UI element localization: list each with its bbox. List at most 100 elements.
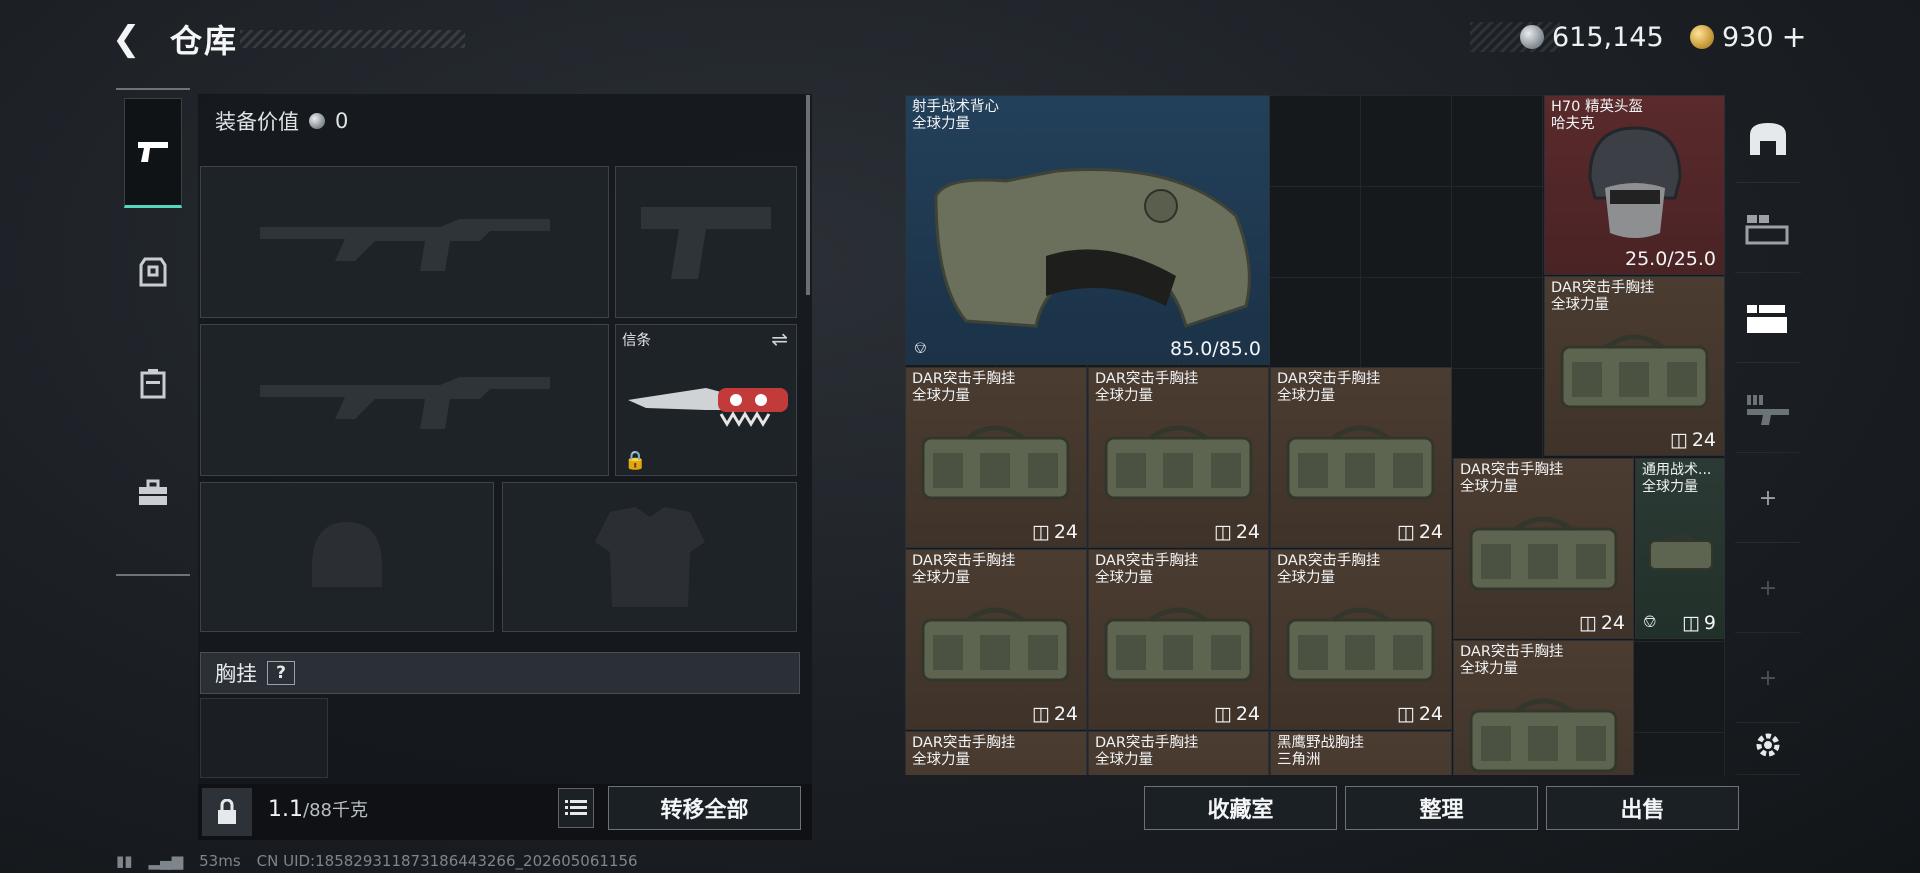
helmet-silhouette-icon: [312, 522, 382, 587]
no-repair-icon: ⎊: [914, 338, 927, 357]
tab-rifle-case[interactable]: [1735, 185, 1801, 273]
settings-button[interactable]: [1735, 715, 1801, 775]
item-name: DAR突击手胸挂 全球力量: [1095, 553, 1199, 586]
status-bar: ▮▮ ▂▄▆ 53ms CN UID:18582931187318644326​…: [116, 852, 638, 870]
melee-slot[interactable]: 信条 ⇌ 🔒: [615, 324, 797, 476]
collection-room-button[interactable]: 收藏室: [1144, 786, 1337, 830]
transfer-all-button[interactable]: 转移全部: [608, 786, 801, 830]
item-name: DAR突击手胸挂 全球力量: [1095, 735, 1199, 768]
item-name: DAR突击手胸挂 全球力量: [1095, 371, 1199, 404]
add-storage-button[interactable]: +: [1735, 545, 1801, 633]
help-button[interactable]: ?: [267, 661, 295, 685]
equipment-value-label: 装备价值: [215, 110, 299, 134]
tab-tools[interactable]: [124, 438, 182, 548]
ammo-icon: ◫: [1669, 429, 1688, 451]
pistol-silhouette-icon: [641, 207, 771, 279]
item-dar-chest-rig[interactable]: DAR突击手胸挂 全球力量 ◫ 24: [1453, 458, 1634, 639]
item-name: DAR突击手胸挂 全球力量: [1460, 644, 1564, 677]
chest-rig-icon: [1286, 607, 1435, 682]
vest-icon: [934, 167, 1251, 328]
lock-icon: 🔒: [624, 450, 647, 471]
item-name: DAR突击手胸挂 全球力量: [912, 735, 1016, 768]
tab-weapon-case[interactable]: [1735, 275, 1801, 363]
uid-text: CN UID:18582931187318644326​6_2026050611…: [256, 852, 638, 870]
item-name: 黑鹰野战胸挂 三角洲: [1277, 735, 1364, 768]
tab-backpack[interactable]: [124, 328, 182, 438]
sell-button[interactable]: 出售: [1546, 786, 1739, 830]
tab-armor[interactable]: [124, 218, 182, 328]
gold-amount: 930: [1722, 21, 1774, 53]
item-quantity: ◫ 24: [1213, 703, 1260, 725]
secondary-weapon-slot[interactable]: [200, 324, 609, 476]
rifle-silhouette-icon: [259, 219, 550, 271]
signal-icon: ▂▄▆: [148, 852, 184, 870]
gun-rack-icon: [1747, 394, 1789, 425]
melee-slot-label: 信条: [622, 333, 651, 349]
gear-icon: [1756, 733, 1780, 756]
pistol-icon: [138, 142, 168, 162]
chest-rig-icon: [1469, 516, 1618, 591]
helmet-slot[interactable]: [200, 482, 494, 632]
item-name: DAR突击手胸挂 全球力量: [1551, 280, 1655, 313]
chest-rig-icon: [1560, 334, 1709, 409]
item-quantity: ◫ 24: [1669, 429, 1716, 451]
item-name: DAR突击手胸挂 全球力量: [1460, 462, 1564, 495]
ammo-icon: ◫: [1396, 521, 1415, 543]
warehouse-grid[interactable]: 射手战术背心 全球力量 ⎊ 85.0/85.0 H70 精英头盔 哈夫克 25.0/…: [905, 95, 1725, 775]
page-title: 仓库: [170, 22, 239, 60]
ammo-icon: ◫: [1681, 612, 1700, 634]
item-dar-chest-rig[interactable]: DAR突击手胸挂 全球力量 ◫ 24: [905, 367, 1087, 548]
ammo-icon: ◫: [1396, 703, 1415, 725]
list-view-button[interactable]: [558, 788, 594, 828]
item-dar-chest-rig[interactable]: DAR突击手胸挂 全球力量: [905, 731, 1087, 775]
item-dar-chest-rig[interactable]: DAR突击手胸挂 全球力量 ◫ 24: [1270, 367, 1452, 548]
ping-text: 53ms: [199, 852, 241, 870]
organize-button[interactable]: 整理: [1345, 786, 1538, 830]
item-quantity: ◫ 24: [1396, 703, 1443, 725]
weight-max: /88千克: [303, 800, 368, 821]
item-dar-chest-rig[interactable]: DAR突击手胸挂 全球力量 ◫ 24: [1088, 549, 1269, 730]
back-arrow-icon[interactable]: ❮: [112, 18, 152, 60]
armor-silhouette-icon: [594, 507, 705, 607]
item-quantity: ◫ 24: [1213, 521, 1260, 543]
tab-gun-rack[interactable]: [1735, 365, 1801, 453]
silver-amount: 615,145: [1552, 21, 1664, 53]
swap-icon[interactable]: ⇌: [771, 327, 788, 351]
add-storage-button[interactable]: +: [1735, 635, 1801, 723]
chest-rig-icon: [1286, 425, 1435, 500]
gold-currency[interactable]: 930 +: [1690, 20, 1807, 55]
item-dar-chest-rig[interactable]: DAR突击手胸挂 全球力量 ◫ 24: [1270, 549, 1452, 730]
item-h70-helmet[interactable]: H70 精英头盔 哈夫克 25.0/25.0: [1544, 95, 1725, 275]
armor-icon: [139, 257, 167, 287]
item-dar-chest-rig[interactable]: DAR突击手胸挂 全球力量 ◫ 24: [1088, 367, 1269, 548]
storage-tabs: + + +: [1735, 95, 1801, 785]
ammo-icon: ◫: [1578, 612, 1597, 634]
chest-rig-slot[interactable]: [200, 698, 328, 778]
tab-vault[interactable]: [1735, 95, 1801, 183]
sidearm-slot[interactable]: [615, 166, 797, 318]
weight-current: 1.1: [268, 797, 303, 822]
rifle-case-icon: [1745, 214, 1789, 244]
chest-rig-section-header: 胸挂 ?: [200, 652, 800, 694]
tab-weapons[interactable]: [124, 98, 182, 208]
chest-rig-icon: [1469, 698, 1618, 773]
equipment-scrollbar[interactable]: [806, 95, 810, 295]
title-decoration: [240, 30, 465, 48]
body-armor-slot[interactable]: [502, 482, 797, 632]
add-storage-button[interactable]: +: [1735, 455, 1801, 543]
item-quantity: ◫ 24: [1031, 703, 1078, 725]
chest-rig-icon: [1104, 607, 1253, 682]
add-currency-button[interactable]: +: [1782, 20, 1807, 55]
item-quantity: ◫ 9: [1681, 612, 1716, 634]
category-tabs: [116, 88, 190, 576]
primary-weapon-slot[interactable]: [200, 166, 609, 318]
item-dar-chest-rig[interactable]: DAR突击手胸挂 全球力量: [1453, 640, 1634, 775]
silver-coin-icon: [1520, 25, 1544, 49]
chest-rig-icon: [921, 607, 1070, 682]
item-dar-chest-rig[interactable]: DAR突击手胸挂 全球力量 ◫ 24: [905, 549, 1087, 730]
battery-icon: ▮▮: [116, 852, 133, 870]
item-dar-chest-rig[interactable]: DAR突击手胸挂 全球力量: [1088, 731, 1269, 775]
item-tactical-vest[interactable]: 射手战术背心 全球力量 ⎊ 85.0/85.0: [905, 95, 1270, 365]
item-blackhawk-chest-rig[interactable]: 黑鹰野战胸挂 三角洲: [1270, 731, 1452, 775]
item-dar-chest-rig[interactable]: DAR突击手胸挂 全球力量 ◫ 24: [1544, 276, 1725, 456]
